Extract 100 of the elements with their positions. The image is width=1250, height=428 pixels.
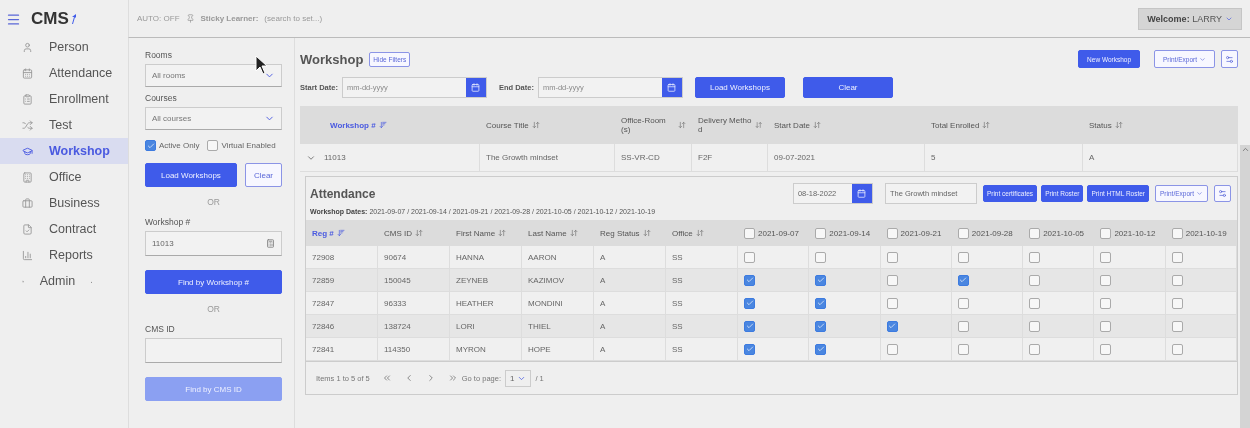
checkbox[interactable] <box>744 274 755 286</box>
checkbox[interactable] <box>886 297 898 309</box>
sidebar-item[interactable]: Person <box>0 34 128 60</box>
checkbox[interactable] <box>145 140 156 151</box>
sort-icon[interactable] <box>498 229 507 237</box>
checkbox[interactable] <box>1029 297 1041 309</box>
checkbox[interactable] <box>957 227 969 239</box>
checkbox[interactable] <box>1100 297 1112 309</box>
checkbox[interactable] <box>886 343 898 355</box>
sort-descending-icon[interactable] <box>378 121 387 129</box>
column-header[interactable]: Start Date <box>768 106 925 144</box>
load-workshops-button[interactable]: Load Workshops <box>145 163 237 187</box>
column-header[interactable]: First Name <box>450 220 522 246</box>
date-column-header[interactable]: 2021-10-19 <box>1165 220 1237 246</box>
checkbox[interactable] <box>886 320 898 332</box>
load-workshops-button[interactable]: Load Workshops <box>694 76 785 98</box>
checkbox[interactable] <box>815 297 827 309</box>
sort-descending-icon[interactable] <box>336 229 345 237</box>
checkbox[interactable] <box>1029 251 1041 263</box>
sort-icon[interactable] <box>569 229 578 237</box>
checkbox[interactable] <box>815 227 827 239</box>
checkbox[interactable] <box>815 274 827 286</box>
sidebar-item[interactable]: Enrollment <box>0 86 128 112</box>
checkbox-label[interactable]: Active Only <box>145 140 200 151</box>
sort-icon[interactable] <box>415 229 423 237</box>
date-column-header[interactable]: 2021-09-28 <box>951 220 1024 246</box>
clear-button[interactable]: Clear <box>802 76 893 98</box>
sidebar-item[interactable]: Admin <box>0 268 128 294</box>
checkbox[interactable] <box>957 297 969 309</box>
column-header[interactable]: Delivery Method <box>692 106 768 144</box>
checkbox[interactable] <box>744 343 755 355</box>
sidebar-item[interactable]: Reports <box>0 242 128 268</box>
checkbox[interactable] <box>1171 251 1183 263</box>
calendar-button[interactable] <box>851 184 872 203</box>
column-header[interactable]: Office-Room(s) <box>615 106 692 144</box>
sort-icon[interactable] <box>531 121 540 129</box>
checkbox[interactable] <box>1100 343 1112 355</box>
sort-icon[interactable] <box>754 121 762 129</box>
checkbox-label[interactable]: Virtual Enabled <box>207 140 276 151</box>
checkbox[interactable] <box>744 251 755 263</box>
checkbox[interactable] <box>1029 227 1041 239</box>
checkbox[interactable] <box>1171 343 1183 355</box>
settings-button[interactable] <box>1221 50 1238 68</box>
cms-id-field[interactable] <box>145 338 282 363</box>
checkbox[interactable] <box>1171 227 1183 239</box>
column-header[interactable]: Last Name <box>522 220 594 246</box>
page-select[interactable]: 1 <box>505 369 532 387</box>
checkbox[interactable] <box>1029 343 1041 355</box>
calendar-button[interactable] <box>465 77 486 97</box>
date-column-header[interactable]: 2021-09-14 <box>809 220 881 246</box>
sidebar-item[interactable]: Attendance <box>0 60 128 86</box>
sort-icon[interactable] <box>695 229 704 237</box>
checkbox[interactable] <box>744 320 755 332</box>
column-header[interactable]: Total Enrolled <box>925 106 1083 144</box>
find-by-workshop-button[interactable]: Find by Workshop # <box>145 270 282 294</box>
checkbox[interactable] <box>815 251 827 263</box>
first-page-icon[interactable] <box>381 373 392 383</box>
checkbox[interactable] <box>1029 274 1041 286</box>
rooms-select[interactable]: All rooms <box>145 64 282 87</box>
checkbox[interactable] <box>886 227 898 239</box>
checkbox[interactable] <box>815 320 827 332</box>
checkbox[interactable] <box>957 251 969 263</box>
sort-icon[interactable] <box>678 121 686 129</box>
checkbox[interactable] <box>957 320 969 332</box>
sort-icon[interactable] <box>813 121 821 129</box>
sidebar-item[interactable]: Business <box>0 190 128 216</box>
checkbox[interactable] <box>886 274 898 286</box>
checkbox[interactable] <box>1100 251 1112 263</box>
column-header[interactable]: Status <box>1083 106 1238 144</box>
welcome-menu[interactable]: Welcome: LARRY <box>1138 7 1242 30</box>
checkbox[interactable] <box>1029 320 1041 332</box>
sidebar-item[interactable]: Contract <box>0 216 128 242</box>
menu-icon[interactable] <box>6 11 21 27</box>
checkbox[interactable] <box>815 343 827 355</box>
checkbox[interactable] <box>1171 274 1183 286</box>
checkbox[interactable] <box>886 251 898 263</box>
checkbox[interactable] <box>957 343 969 355</box>
checkbox[interactable] <box>1100 274 1112 286</box>
sidebar-item[interactable]: Workshop <box>0 138 128 164</box>
column-header[interactable]: Reg Status <box>594 220 666 246</box>
courses-select[interactable]: All courses <box>145 107 282 130</box>
last-page-icon[interactable] <box>447 373 458 383</box>
checkbox[interactable] <box>957 274 969 286</box>
column-header[interactable]: Reg # <box>306 220 378 246</box>
checkbox[interactable] <box>1100 320 1112 332</box>
sidebar-item[interactable]: Office <box>0 164 128 190</box>
checkbox[interactable] <box>1171 320 1183 332</box>
column-header[interactable]: Course Title <box>480 106 615 144</box>
checkbox[interactable] <box>744 227 755 239</box>
column-header[interactable]: Workshop # <box>300 106 480 144</box>
date-column-header[interactable]: 2021-09-07 <box>738 220 810 246</box>
date-column-header[interactable]: 2021-09-21 <box>880 220 952 246</box>
sort-icon[interactable] <box>642 229 651 237</box>
checkbox[interactable] <box>1100 227 1112 239</box>
date-column-header[interactable]: 2021-10-12 <box>1094 220 1166 246</box>
calendar-button[interactable] <box>661 77 682 97</box>
sort-icon[interactable] <box>1114 121 1123 129</box>
checkbox[interactable] <box>744 297 755 309</box>
sort-icon[interactable] <box>982 121 991 129</box>
scroll-up-icon[interactable] <box>1240 145 1250 154</box>
